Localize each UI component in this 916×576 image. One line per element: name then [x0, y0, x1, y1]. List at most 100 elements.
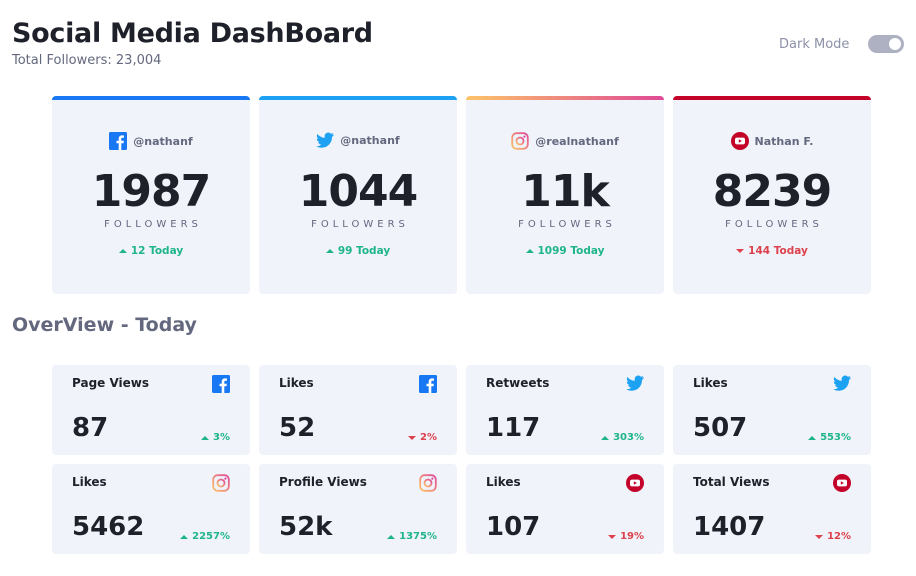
arrow-down-icon: [608, 534, 617, 539]
overview-value: 117: [486, 413, 541, 443]
followers-label: FOLLOWERS: [518, 219, 616, 230]
card-handle: @nathanf: [52, 132, 250, 150]
today-delta-text: 144 Today: [748, 245, 808, 257]
follower-count: 8239: [712, 166, 832, 217]
toggle-knob: [889, 38, 901, 50]
overview-percent-text: 19%: [620, 531, 644, 542]
today-delta: 99 Today: [259, 245, 457, 257]
overview-card[interactable]: Likes 107 19%: [466, 464, 664, 554]
overview-percent: 1375%: [387, 531, 437, 542]
arrow-up-icon: [387, 534, 396, 539]
overview-percent: 19%: [608, 531, 644, 542]
overview-label: Retweets: [486, 376, 550, 390]
youtube-icon: [833, 474, 851, 492]
overview-card[interactable]: Likes 507 553%: [673, 365, 871, 455]
handle-text: @nathanf: [340, 133, 400, 147]
arrow-up-icon: [180, 534, 189, 539]
twitter-icon: [833, 375, 851, 393]
overview-percent-text: 553%: [820, 432, 851, 443]
card-handle: Nathan F.: [673, 132, 871, 150]
overview-title: OverView - Today: [12, 314, 197, 336]
facebook-icon: [109, 132, 128, 150]
page-title: Social Media DashBoard: [12, 18, 373, 49]
overview-percent: 12%: [815, 531, 851, 542]
follower-count: 1044: [298, 166, 418, 217]
overview-card[interactable]: Total Views 1407 12%: [673, 464, 871, 554]
arrow-up-icon: [808, 435, 817, 440]
overview-card[interactable]: Likes 52 2%: [259, 365, 457, 455]
overview-percent-text: 2257%: [192, 531, 230, 542]
overview-label: Likes: [486, 475, 521, 489]
overview-percent-text: 3%: [213, 432, 230, 443]
overview-card[interactable]: Retweets 117 303%: [466, 365, 664, 455]
card-twitter[interactable]: @nathanf 1044 FOLLOWERS 99 Today: [259, 96, 457, 294]
overview-percent-text: 12%: [827, 531, 851, 542]
overview-percent: 2%: [408, 432, 437, 443]
handle-text: @realnathanf: [535, 134, 619, 148]
today-delta-text: 12 Today: [130, 245, 184, 257]
dark-mode-label: Dark Mode: [779, 37, 850, 52]
overview-percent: 2257%: [180, 531, 230, 542]
overview-percent-text: 1375%: [399, 531, 437, 542]
followers-label: FOLLOWERS: [104, 219, 202, 230]
overview-card[interactable]: Likes 5462 2257%: [52, 464, 250, 554]
arrow-down-icon: [815, 534, 824, 539]
overview-card[interactable]: Page Views 87 3%: [52, 365, 250, 455]
arrow-up-icon: [118, 249, 127, 253]
overview-label: Page Views: [72, 376, 150, 390]
followers-label: FOLLOWERS: [725, 219, 823, 230]
total-followers: Total Followers: 23,004: [12, 53, 162, 68]
card-top-bar: [52, 96, 250, 100]
facebook-icon: [212, 375, 230, 393]
overview-label: Likes: [279, 376, 314, 390]
today-delta: 144 Today: [673, 245, 871, 257]
card-top-bar: [259, 96, 457, 100]
overview-label: Likes: [693, 376, 728, 390]
youtube-icon: [626, 474, 644, 492]
arrow-up-icon: [525, 249, 534, 253]
followers-label: FOLLOWERS: [311, 219, 409, 230]
overview-value: 87: [72, 413, 109, 443]
overview-label: Profile Views: [279, 475, 367, 489]
follower-count: 11k: [521, 166, 610, 217]
overview-value: 507: [693, 413, 748, 443]
overview-value: 52k: [279, 512, 333, 542]
overview-percent-text: 2%: [420, 432, 437, 443]
today-delta: 12 Today: [52, 245, 250, 257]
arrow-up-icon: [325, 249, 334, 253]
handle-text: @nathanf: [133, 134, 193, 148]
arrow-up-icon: [201, 435, 210, 440]
dark-mode-toggle[interactable]: [868, 35, 904, 53]
twitter-icon: [316, 132, 335, 148]
today-delta-text: 1099 Today: [537, 245, 605, 257]
overview-percent: 553%: [808, 432, 851, 443]
arrow-down-icon: [408, 435, 417, 440]
overview-value: 107: [486, 512, 541, 542]
overview-value: 5462: [72, 512, 145, 542]
instagram-icon: [511, 132, 529, 150]
follower-count: 1987: [91, 166, 211, 217]
overview-value: 1407: [693, 512, 766, 542]
overview-percent: 3%: [201, 432, 230, 443]
arrow-up-icon: [601, 435, 610, 440]
twitter-icon: [626, 375, 644, 393]
today-delta: 1099 Today: [466, 245, 664, 257]
overview-card[interactable]: Profile Views 52k 1375%: [259, 464, 457, 554]
handle-text: Nathan F.: [754, 134, 814, 148]
card-facebook[interactable]: @nathanf 1987 FOLLOWERS 12 Today: [52, 96, 250, 294]
youtube-icon: [730, 132, 749, 150]
card-top-bar: [673, 96, 871, 100]
instagram-icon: [212, 474, 230, 492]
today-delta-text: 99 Today: [337, 245, 391, 257]
card-top-bar: [466, 96, 664, 100]
overview-label: Likes: [72, 475, 107, 489]
instagram-icon: [419, 474, 437, 492]
card-handle: @realnathanf: [466, 132, 664, 150]
card-youtube[interactable]: Nathan F. 8239 FOLLOWERS 144 Today: [673, 96, 871, 294]
card-handle: @nathanf: [259, 132, 457, 148]
arrow-down-icon: [736, 249, 745, 253]
overview-percent: 303%: [601, 432, 644, 443]
card-instagram[interactable]: @realnathanf 11k FOLLOWERS 1099 Today: [466, 96, 664, 294]
overview-value: 52: [279, 413, 316, 443]
facebook-icon: [419, 375, 437, 393]
